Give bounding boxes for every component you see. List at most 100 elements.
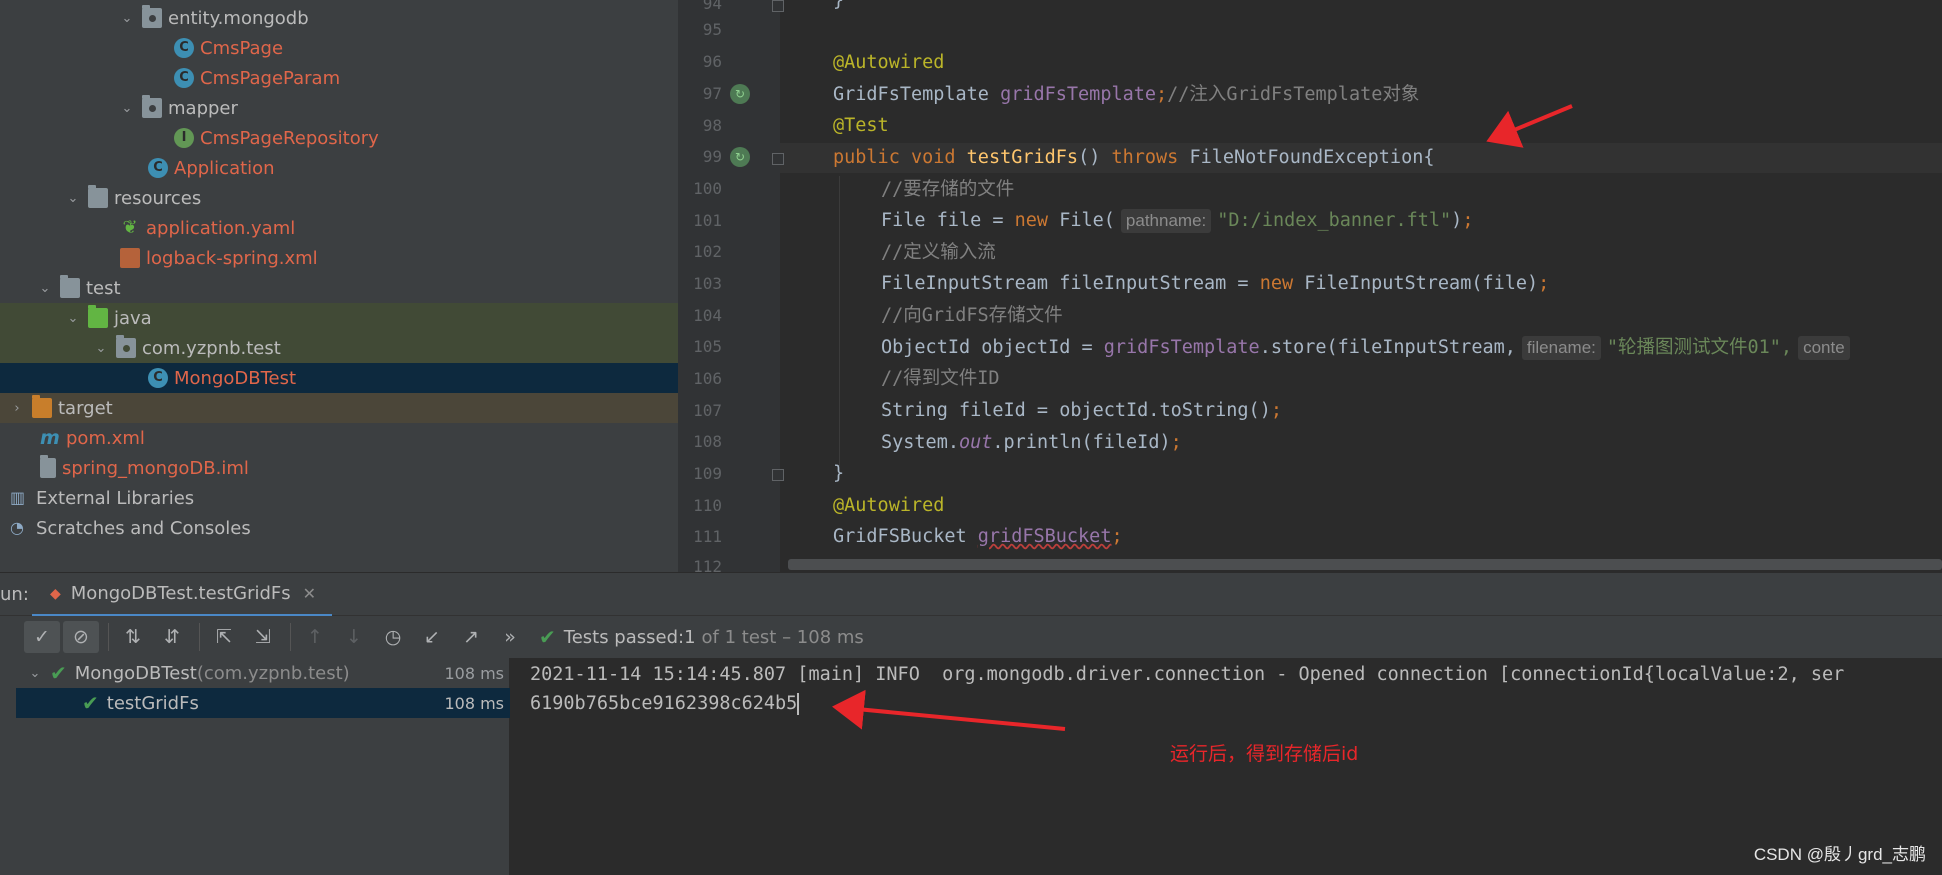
tree-item-label: CmsPageRepository: [200, 127, 379, 149]
code-line-97: GridFsTemplate gridFsTemplate;//注入GridFs…: [833, 84, 1420, 105]
test-duration: 108 ms: [444, 663, 504, 683]
line-number: 106: [693, 369, 722, 388]
sort-by-duration-icon[interactable]: ⇵: [154, 621, 190, 653]
test-case-row[interactable]: ✔ testGridFs 108 ms: [16, 688, 510, 718]
line-number: 107: [693, 401, 722, 420]
package-icon: [116, 335, 136, 358]
tree-item-mongodbtest[interactable]: C MongoDBTest: [0, 363, 678, 393]
console-output[interactable]: 2021-11-14 15:14:45.807 [main] INFO org.…: [510, 658, 1942, 875]
import-tests-icon[interactable]: ↙: [414, 621, 450, 653]
tree-item-test[interactable]: ⌄ test: [0, 273, 678, 303]
interface-icon: I: [174, 128, 194, 148]
tree-item-com-yzpnb-test[interactable]: ⌄ com.yzpnb.test: [0, 333, 678, 363]
toolbar-separator: [290, 623, 291, 651]
fold-marker-icon[interactable]: [772, 469, 784, 481]
sort-alphabetically-icon[interactable]: ⇅: [115, 621, 151, 653]
toolbar-separator: [199, 623, 200, 651]
test-runner-toolbar: ✓ ⊘ ⇅ ⇵ ⇱ ⇲ ↑ ↓ ◷ ↙ ↗ » ✔ Tests passed: …: [0, 616, 1942, 658]
chevron-right-icon[interactable]: ›: [8, 401, 26, 416]
test-class-icon: C: [148, 368, 168, 388]
code-line-100: //要存储的文件: [881, 179, 1015, 200]
tree-item-cmspagerepository[interactable]: I CmsPageRepository: [0, 123, 678, 153]
tree-item-pom-xml[interactable]: m pom.xml: [0, 423, 678, 453]
test-results-tree: ⌄ ✔ MongoDBTest (com.yzpnb.test) 108 ms …: [0, 658, 510, 875]
tree-item-application[interactable]: C Application: [0, 153, 678, 183]
code-line-108: System.out.println(fileId);: [881, 432, 1182, 453]
tree-item-label: logback-spring.xml: [146, 247, 318, 269]
console-line: 2021-11-14 15:14:45.807 [main] INFO org.…: [530, 664, 1845, 685]
tree-item-cmspage[interactable]: C CmsPage: [0, 33, 678, 63]
tree-item-cmspageparam[interactable]: C CmsPageParam: [0, 63, 678, 93]
tree-item-label: java: [114, 307, 152, 329]
tree-item-logback-spring-xml[interactable]: logback-spring.xml: [0, 243, 678, 273]
tab-run-configuration[interactable]: ◆ MongoDBTest.testGridFs ✕: [32, 573, 332, 617]
parameter-hint: pathname:: [1120, 209, 1212, 233]
check-icon: ✔: [50, 661, 67, 685]
tree-item-mapper[interactable]: ⌄ mapper: [0, 93, 678, 123]
test-history-icon[interactable]: ◷: [375, 621, 411, 653]
tree-item-label: External Libraries: [36, 487, 195, 509]
collapse-all-icon[interactable]: ⇲: [245, 621, 281, 653]
text-caret: [797, 693, 800, 715]
previous-failed-icon[interactable]: ↑: [297, 621, 333, 653]
tree-item-spring-mongodb-iml[interactable]: spring_mongoDB.iml: [0, 453, 678, 483]
class-icon: C: [174, 68, 194, 88]
expand-all-icon[interactable]: ⇱: [206, 621, 242, 653]
indent-guide: [839, 176, 840, 466]
chevron-down-icon[interactable]: ⌄: [26, 666, 44, 681]
line-number: 103: [693, 274, 722, 293]
chevron-down-icon[interactable]: ⌄: [118, 11, 136, 26]
tree-item-application-yaml[interactable]: ❦ application.yaml: [0, 213, 678, 243]
show-ignored-icon[interactable]: ⊘: [63, 621, 99, 653]
code-line-101: File file = new File(pathname: "D:/index_…: [881, 209, 1474, 233]
fold-marker-icon[interactable]: [772, 153, 784, 165]
more-actions-icon[interactable]: »: [492, 621, 528, 653]
tree-item-resources[interactable]: ⌄ resources: [0, 183, 678, 213]
code-line-98: @Test: [833, 115, 889, 136]
spring-config-icon: ❦: [122, 217, 138, 238]
tree-item-label: resources: [114, 187, 202, 209]
console-object-id: 6190b765bce9162398c624b5: [530, 693, 798, 714]
check-icon: ✔: [539, 625, 556, 649]
chevron-down-icon[interactable]: ⌄: [36, 281, 54, 296]
line-number: 97: [702, 84, 722, 103]
run-test-gutter-icon[interactable]: ↻: [730, 147, 750, 167]
fold-marker-icon[interactable]: [772, 0, 784, 12]
horizontal-scrollbar[interactable]: [788, 559, 1942, 570]
show-passed-icon[interactable]: ✓: [24, 621, 60, 653]
test-suite-row[interactable]: ⌄ ✔ MongoDBTest (com.yzpnb.test) 108 ms: [16, 658, 510, 688]
tree-item-label: CmsPage: [200, 37, 284, 59]
chevron-down-icon[interactable]: ⌄: [64, 311, 82, 326]
parameter-hint: filename:: [1521, 336, 1601, 360]
parameter-hint: conte: [1798, 336, 1850, 360]
code-line-109: }: [833, 463, 845, 484]
tree-item-label: Application: [174, 157, 275, 179]
tree-item-target[interactable]: › target: [0, 393, 678, 423]
tree-item-label: spring_mongoDB.iml: [62, 457, 249, 479]
tree-item-label: mapper: [168, 97, 238, 119]
tree-item-scratches[interactable]: ◔ Scratches and Consoles: [0, 513, 678, 543]
chevron-down-icon[interactable]: ⌄: [118, 101, 136, 116]
test-case-name: testGridFs: [106, 692, 199, 714]
test-status: ✔ Tests passed: 1 of 1 test – 108 ms: [539, 625, 864, 649]
tree-item-java[interactable]: ⌄ java: [0, 303, 678, 333]
package-icon: [142, 95, 162, 118]
line-number: 111: [693, 527, 722, 546]
tree-item-external-libraries[interactable]: ▥ External Libraries: [0, 483, 678, 513]
package-icon: [142, 5, 162, 28]
maven-icon: m: [40, 427, 60, 449]
next-failed-icon[interactable]: ↓: [336, 621, 372, 653]
export-tests-icon[interactable]: ↗: [453, 621, 489, 653]
close-icon[interactable]: ✕: [303, 584, 316, 603]
chevron-down-icon[interactable]: ⌄: [64, 191, 82, 206]
bean-gutter-icon[interactable]: ↻: [730, 84, 750, 104]
code-editor[interactable]: 94 95 96 97 98 99 100 101 102 103 104 10…: [678, 0, 1942, 572]
resources-folder-icon: [88, 185, 108, 208]
class-icon: C: [174, 38, 194, 58]
chevron-down-icon[interactable]: ⌄: [92, 341, 110, 356]
status-prefix: Tests passed:: [563, 626, 685, 648]
tree-item-entity-mongodb[interactable]: ⌄ entity.mongodb: [0, 3, 678, 33]
code-line-106: //得到文件ID: [881, 368, 1000, 389]
code-line-99: public void testGridFs() throws FileNotF…: [833, 147, 1435, 168]
code-line-105: ObjectId objectId = gridFsTemplate.store…: [881, 333, 1856, 363]
